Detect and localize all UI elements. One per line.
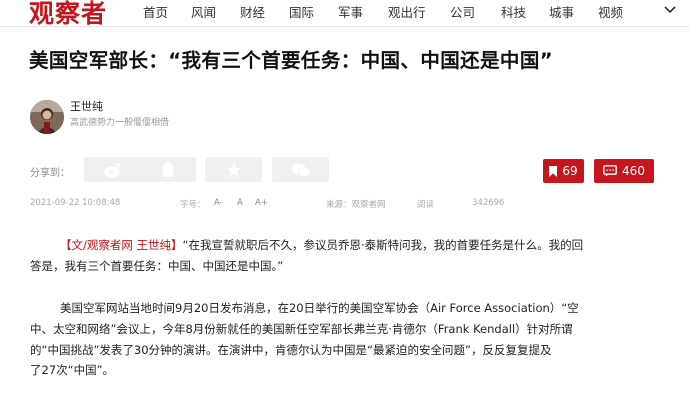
weibo-icon (104, 162, 121, 177)
wechat-icon (291, 163, 310, 177)
bookmark-count: 69 (562, 164, 578, 178)
article-paragraph-1: 【文/观察者网 王世纯】“在我宣誓就职后不久，参议员乔恩·泰斯特问我，我的首要任… (60, 235, 680, 256)
share-weibo-button[interactable] (84, 157, 141, 182)
share-qq-button[interactable] (139, 157, 196, 182)
article-paragraph-2: 美国空军网站当地时间9月20日发布消息，在20日举行的美国空军协会（Air Fo… (60, 298, 680, 319)
paragraph-line: 【文/观察者网 王世纯】“在我宣誓就职后不久，参议员乔恩·泰斯特问我，我的首要任… (60, 238, 584, 252)
bookmark-icon (549, 165, 558, 177)
paragraph-line: 美国空军网站当地时间9月20日发布消息，在20日举行的美国空军协会（Air Fo… (60, 301, 579, 315)
nav-item-tech[interactable]: 科技 (501, 2, 526, 21)
source-tag: 【文/观察者网 王世纯】 (60, 238, 183, 252)
share-label: 分享到： (30, 168, 70, 179)
share-wechat-button[interactable] (272, 157, 329, 182)
nav-item-travel[interactable]: 观出行 (388, 2, 426, 21)
nav-item-military[interactable]: 军事 (338, 2, 363, 21)
site-logo[interactable]: 观察者 (29, 0, 107, 30)
share-qzone-button[interactable] (205, 157, 262, 182)
site-header: 观察者 首页 风闻 财经 国际 军事 观出行 公司 科技 城事 视频 (0, 0, 690, 30)
views-label: 阅读 (417, 200, 435, 210)
article-paragraph-2-cont: 中、太空和网络”会议上，今年8月份新就任的美国新任空军部长弗兰克·肯德尔（Fra… (30, 319, 660, 381)
font-size-normal[interactable]: A (237, 198, 243, 208)
nav-item-home[interactable]: 首页 (143, 2, 168, 21)
author-bio: 高武德势力一般偃偃相借 (70, 118, 170, 128)
author-name[interactable]: 王世纯 (70, 98, 103, 114)
font-size-label: 字号： (180, 200, 206, 210)
paragraph-line: 了27次“中国”。 (30, 363, 115, 377)
font-size-smaller[interactable]: A- (214, 198, 223, 208)
article-source: 来源：观察者网 (326, 200, 386, 210)
nav-item-video[interactable]: 视频 (598, 2, 623, 21)
author-avatar[interactable] (30, 100, 64, 134)
star-icon (226, 162, 241, 177)
nav-item-fengwen[interactable]: 风闻 (191, 2, 216, 21)
comment-count: 460 (622, 164, 645, 178)
paragraph-line: 答是，我有三个首要任务：中国、中国还是中国。” (30, 259, 284, 273)
paragraph-line: 的“中国挑战”发表了30分钟的演讲。在演讲中，肯德尔认为中国是“最紧迫的安全问题… (30, 342, 552, 357)
nav-item-city[interactable]: 城事 (549, 2, 574, 21)
article-title: 美国空军部长：“我有三个首要任务：中国、中国还是中国” (29, 49, 553, 72)
bookmark-button[interactable]: 69 (543, 159, 584, 183)
view-count: 342696 (472, 198, 505, 208)
font-size-larger[interactable]: A+ (255, 198, 268, 208)
nav-item-company[interactable]: 公司 (450, 2, 475, 21)
publish-datetime: 2021-09-22 10:08:48 (30, 198, 121, 208)
qq-icon (161, 162, 174, 177)
comment-button[interactable]: 460 (594, 159, 654, 183)
chevron-down-icon[interactable] (662, 3, 678, 17)
paragraph-line: 中、太空和网络”会议上，今年8月份新就任的美国新任空军部长弗兰克·肯德尔（Fra… (30, 322, 573, 336)
nav-item-finance[interactable]: 财经 (240, 2, 265, 21)
article-paragraph-1-cont: 答是，我有三个首要任务：中国、中国还是中国。” (30, 256, 660, 277)
nav-item-international[interactable]: 国际 (289, 2, 314, 21)
comment-icon (603, 165, 617, 177)
